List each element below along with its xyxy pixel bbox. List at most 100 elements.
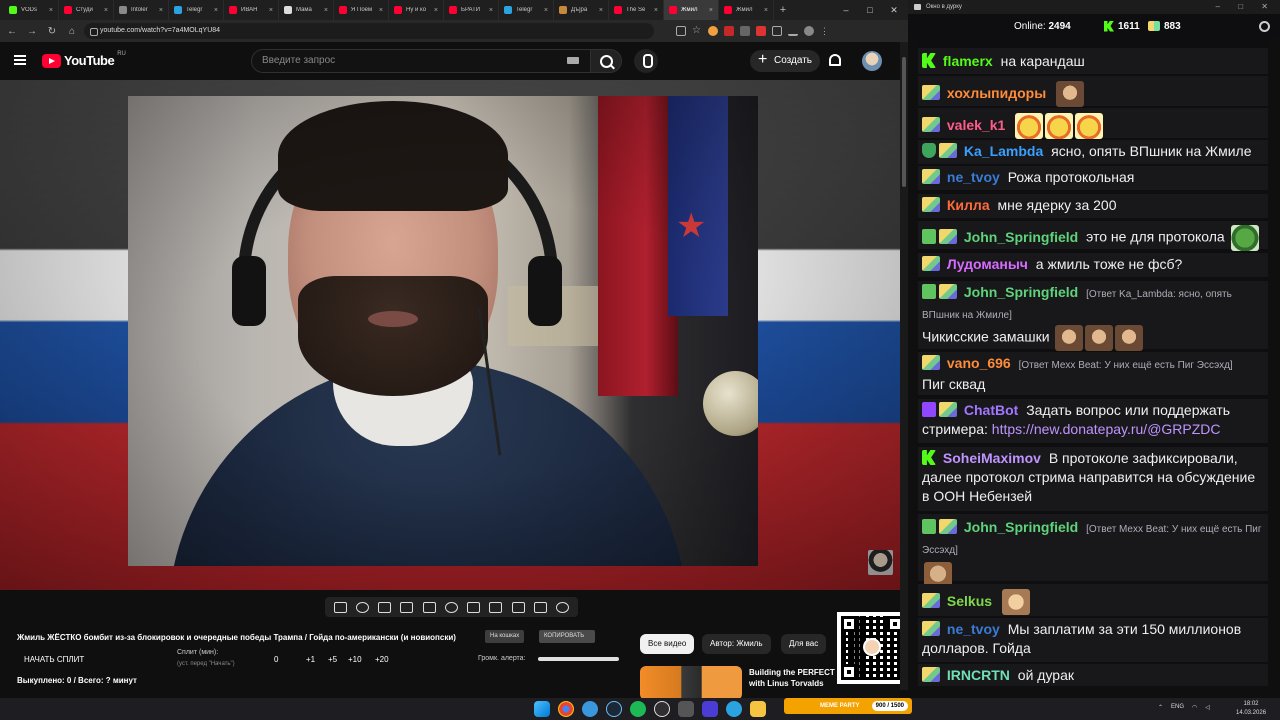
split-add-20[interactable]: +20 [375,655,389,664]
chat-username[interactable]: хохлыпидоры [947,85,1046,101]
url-field[interactable]: youtube.com/watch?v=7a4MOLqYU84 [84,23,654,39]
chat-username[interactable]: flamerx [943,53,993,69]
chat-username[interactable]: vano_696 [947,355,1011,371]
menu-icon[interactable] [14,55,26,65]
browser-tab[interactable]: Студи × [59,0,114,20]
chat-username[interactable]: John_Springfield [964,519,1078,535]
menu-dots-icon[interactable]: ⋮ [820,26,830,36]
chat-username[interactable]: valek_k1 [947,117,1005,133]
subtitles-icon[interactable] [467,601,481,613]
browser-tab[interactable]: Telegr × [169,0,224,20]
browser-tab[interactable]: The Se × [609,0,664,20]
tab-close-icon[interactable]: × [379,7,383,14]
spotify-icon[interactable] [630,701,646,717]
home-icon[interactable]: ⌂ [64,26,80,37]
chat-username[interactable]: ne_tvoy [947,621,1000,637]
recommended-video-title[interactable]: Building the PERFECT with Linus Torvalds [749,667,839,689]
tag-pill[interactable]: На кошках [485,630,525,643]
tab-close-icon[interactable]: × [599,7,603,14]
chat-username[interactable]: IRNCRTN [947,667,1010,683]
language-indicator[interactable]: ENG [1171,704,1184,711]
split-add-5[interactable]: +5 [328,655,337,664]
chrome-icon[interactable] [558,701,574,717]
chat-username[interactable]: Selkus [947,593,992,609]
wifi-icon[interactable]: ◠ [1192,704,1197,711]
flask-icon[interactable] [534,601,548,613]
browser-tab[interactable]: Мама × [279,0,334,20]
tab-close-icon[interactable]: × [324,7,328,14]
reload-button[interactable]: ↻ [44,26,60,37]
split-add-10[interactable]: +10 [348,655,362,664]
video-player[interactable]: ★ [0,80,908,590]
tab-close-icon[interactable]: × [269,7,273,14]
browser-tab[interactable]: ИВАН × [224,0,279,20]
browser-tab[interactable]: Я Поем × [334,0,389,20]
tab-close-icon[interactable]: × [544,7,548,14]
speed-gauge-icon[interactable] [444,601,458,613]
recommended-video-thumbnail[interactable] [640,666,742,700]
browser-tab[interactable]: VODs × [4,0,59,20]
tab-close-icon[interactable]: × [489,7,493,14]
broadcast-icon[interactable] [355,601,369,613]
extension-badge-icon[interactable] [756,26,766,36]
chat-username[interactable]: Ka_Lambda [964,143,1043,159]
gamepad-icon[interactable] [678,701,694,717]
youtube-logo[interactable]: YouTube RU [42,51,126,68]
browser-tab[interactable]: Intoler × [114,0,169,20]
forward-button[interactable]: → [24,26,40,37]
chat-username[interactable]: Лудоманыч [947,256,1028,272]
chat-window-controls[interactable]: – □ ✕ [1216,0,1276,14]
start-split-button[interactable]: НАЧАТЬ СПЛИТ [24,655,84,664]
steam-icon[interactable] [606,701,622,717]
tab-close-icon[interactable]: × [654,7,658,14]
alert-volume-slider[interactable] [538,657,619,661]
create-button[interactable]: Создать [750,49,820,72]
microphone-icon[interactable] [634,49,658,73]
picture-in-picture-icon[interactable] [422,601,436,613]
split-add-1[interactable]: +1 [306,655,315,664]
chat-username[interactable]: ne_tvoy [947,169,1000,185]
bookmark-star-icon[interactable]: ☆ [692,26,702,36]
tab-close-icon[interactable]: × [764,7,768,14]
chat-username[interactable]: ChatBot [964,402,1018,418]
media-player-icon[interactable] [702,701,718,717]
browser-tab[interactable]: БРАТИ × [444,0,499,20]
edge-icon[interactable] [582,701,598,717]
install-icon[interactable] [676,26,686,36]
tab-close-icon[interactable]: × [159,7,163,14]
extensions-puzzle-icon[interactable] [772,26,782,36]
close-window-button[interactable]: ✕ [882,0,906,20]
download-icon[interactable] [788,26,798,36]
chip-author[interactable]: Автор: Жмиль [702,634,771,654]
channel-watermark-avatar[interactable] [868,550,893,575]
chat-username[interactable]: SoheiMaximov [943,450,1041,466]
copy-button[interactable]: КОПИРОВАТЬ [539,630,595,643]
extension-orange-icon[interactable] [708,26,718,36]
chat-settings-icon[interactable] [1259,20,1270,32]
tray-chevron-icon[interactable]: ⌃ [1158,704,1163,711]
loop-icon[interactable] [333,601,347,613]
tab-close-icon[interactable]: × [709,7,713,14]
tab-close-icon[interactable]: × [214,7,218,14]
chip-for-you[interactable]: Для вас [781,634,827,654]
chat-username[interactable]: John_Springfield [964,229,1078,245]
browser-tab[interactable]: Telegr × [499,0,554,20]
screenshot-camera-icon[interactable] [511,601,525,613]
back-button[interactable]: ← [4,26,20,37]
minimize-button[interactable]: – [834,0,858,20]
browser-tab[interactable]: Жмил × [664,0,719,20]
start-icon[interactable] [534,701,550,717]
chat-username[interactable]: Килла [947,197,990,213]
meme-party-widget[interactable]: MEME PARTY 900 / 1500 [784,698,912,714]
maximize-button[interactable]: □ [858,0,882,20]
volume-icon[interactable]: ◁ [1205,704,1210,711]
split-value-0[interactable]: 0 [274,655,278,664]
chat-scrollbar[interactable] [900,42,908,690]
video-settings-icon[interactable] [378,601,392,613]
gear-icon[interactable] [556,601,570,613]
profile-icon[interactable] [804,26,814,36]
browser-tab[interactable]: Жмил × [719,0,774,20]
tab-close-icon[interactable]: × [434,7,438,14]
browser-tab[interactable]: Дъ]ра × [554,0,609,20]
taskbar-clock[interactable]: 18:02 14.03.2026 [1236,700,1266,718]
